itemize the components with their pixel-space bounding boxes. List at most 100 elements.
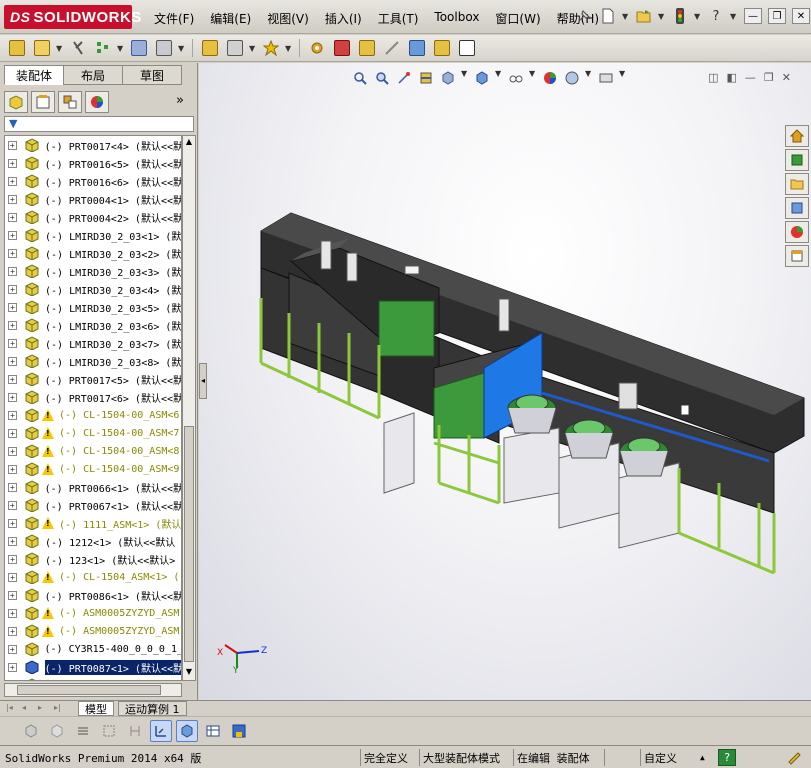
tree-item[interactable]: + (-) PRT0086<1> (默认<<默: [5, 586, 181, 604]
expand-icon[interactable]: +: [8, 302, 17, 312]
expand-icon[interactable]: +: [8, 212, 17, 222]
expand-icon[interactable]: +: [8, 320, 17, 330]
tree-item[interactable]: +! (-) 1111_ASM<1> (默认: [5, 514, 181, 532]
tree-item[interactable]: + (-) CY3R15-400_0_0_0_1_: [5, 640, 181, 658]
tree-item[interactable]: +! (-) CL-1504_ASM<1> (: [5, 568, 181, 586]
insert-component-icon[interactable]: [31, 37, 53, 59]
tree-vertical-scrollbar[interactable]: ▲ ▼: [182, 135, 196, 681]
expand-icon[interactable]: +: [8, 681, 17, 682]
tree-item[interactable]: + (-) PRT0067<1> (默认<<默: [5, 496, 181, 514]
tree-item[interactable]: + (-) PRT0016<5> (默认<<默: [5, 154, 181, 172]
instant-3d-icon[interactable]: [381, 37, 403, 59]
tab-motion-study[interactable]: 运动算例 1: [118, 701, 187, 716]
new-part-icon[interactable]: [6, 37, 28, 59]
tree-item[interactable]: + (-) LMIRD30_2_03<1> (默: [5, 226, 181, 244]
configuration-manager-icon[interactable]: [58, 91, 82, 113]
interference-detection-icon[interactable]: [406, 37, 428, 59]
chevron-down-icon[interactable]: ▼: [178, 44, 186, 53]
tree-item[interactable]: + (-) LMIRD30_2_03<5> (默: [5, 298, 181, 316]
wireframe-icon[interactable]: [72, 720, 94, 742]
feature-manager-icon[interactable]: [4, 91, 28, 113]
tree-filter-bar[interactable]: ▼: [4, 116, 194, 132]
chevron-down-icon[interactable]: ▼: [730, 12, 738, 21]
chevron-down-icon[interactable]: ▼: [249, 44, 257, 53]
expand-icon[interactable]: +: [8, 446, 17, 456]
tree-item[interactable]: +! (-) CL-1504-00_ASM<8: [5, 442, 181, 460]
perspective-icon[interactable]: [124, 720, 146, 742]
expand-icon[interactable]: +: [8, 392, 17, 402]
traffic-light-icon[interactable]: [670, 6, 690, 26]
expand-icon[interactable]: +: [8, 428, 17, 438]
tab-assembly[interactable]: 装配体: [4, 65, 64, 85]
exploded-view-icon[interactable]: [331, 37, 353, 59]
property-manager-icon[interactable]: [31, 91, 55, 113]
menu-insert[interactable]: 插入(I): [317, 8, 370, 29]
tab-layout[interactable]: 布局: [63, 65, 123, 85]
new-document-icon[interactable]: [598, 6, 618, 26]
expand-icon[interactable]: +: [8, 356, 17, 366]
expand-icon[interactable]: +: [8, 626, 17, 636]
chevron-down-icon[interactable]: ▼: [117, 44, 125, 53]
scroll-thumb[interactable]: [184, 426, 194, 662]
tree-item[interactable]: + (-) 123<1> (默认<<默认>: [5, 550, 181, 568]
chevron-down-icon[interactable]: ▼: [658, 12, 666, 21]
hatch-icon[interactable]: [98, 720, 120, 742]
tree-item[interactable]: + (-) PRT0087<1> (默认<<默: [5, 658, 181, 676]
expand-icon[interactable]: +: [8, 194, 17, 204]
help-icon[interactable]: ?: [718, 749, 736, 766]
expand-panel-icon[interactable]: »: [176, 93, 184, 108]
expand-icon[interactable]: +: [8, 140, 17, 150]
move-component-icon[interactable]: [128, 37, 150, 59]
expand-icon[interactable]: +: [8, 662, 17, 672]
smart-fasteners-icon[interactable]: [199, 37, 221, 59]
display-box-icon[interactable]: [176, 719, 198, 742]
rotate-component-icon[interactable]: [153, 37, 175, 59]
chevron-down-icon[interactable]: ▼: [622, 12, 630, 21]
tree-item[interactable]: +! (-) ASM0005ZYZYD_ASM: [5, 604, 181, 622]
reference-geometry-icon[interactable]: [260, 37, 282, 59]
assembly-features-icon[interactable]: [224, 37, 246, 59]
expand-icon[interactable]: +: [8, 644, 17, 654]
last-tab-arrow-icon[interactable]: ▸|: [54, 703, 66, 715]
menu-tools[interactable]: 工具(T): [370, 8, 427, 29]
scroll-thumb[interactable]: [17, 685, 161, 695]
measure-icon[interactable]: [456, 37, 478, 59]
expand-icon[interactable]: +: [8, 536, 17, 546]
expand-icon[interactable]: +: [8, 266, 17, 276]
help-icon[interactable]: ?: [706, 6, 726, 26]
tree-item[interactable]: +! (-) CL-1504-00_ASM<9: [5, 460, 181, 478]
tree-item[interactable]: + (-) LMIRD30_2_03<8> (默: [5, 352, 181, 370]
hidden-lines-icon[interactable]: [46, 720, 68, 742]
shaded-icon[interactable]: [20, 720, 42, 742]
tree-item[interactable]: + (-) LMIRD30_2_03<6> (默: [5, 316, 181, 334]
mate-icon[interactable]: [67, 37, 89, 59]
linear-pattern-icon[interactable]: [92, 37, 114, 59]
expand-icon[interactable]: +: [8, 482, 17, 492]
chevron-down-icon[interactable]: ▼: [56, 44, 64, 53]
filter-icon[interactable]: ▼: [9, 117, 17, 130]
solidworks-logo[interactable]: DS SOLIDWORKS: [4, 5, 141, 29]
tree-item[interactable]: + (-) PRT0017<4> (默认<<默: [5, 136, 181, 154]
display-manager-icon[interactable]: [85, 91, 109, 113]
expand-icon[interactable]: +: [8, 284, 17, 294]
rebuild-icon[interactable]: [784, 749, 804, 766]
assembly-model[interactable]: [199, 63, 811, 700]
gear-icon[interactable]: [306, 37, 328, 59]
explode-line-icon[interactable]: [356, 37, 378, 59]
tree-item[interactable]: +! (-) CL-1504-00_ASM<6: [5, 406, 181, 424]
tree-item[interactable]: + (-) PRT0004<1> (默认<<默: [5, 190, 181, 208]
units-chevron-icon[interactable]: ▲: [697, 749, 708, 766]
tab-sketch[interactable]: 草图: [122, 65, 182, 85]
tree-item[interactable]: + (-) PRT0017<5> (默认<<默: [5, 370, 181, 388]
tree-item[interactable]: +! (-) CL-1504-00_ASM<7: [5, 424, 181, 442]
expand-icon[interactable]: +: [8, 500, 17, 510]
sketch-view-icon[interactable]: [150, 719, 172, 742]
tree-item[interactable]: + (-) LMIRD30_2_03<7> (默: [5, 334, 181, 352]
clearance-verification-icon[interactable]: [431, 37, 453, 59]
expand-icon[interactable]: +: [8, 158, 17, 168]
close-button[interactable]: ✕: [792, 8, 810, 24]
menu-window[interactable]: 窗口(W): [487, 8, 548, 29]
tree-item[interactable]: + (-) PRT0016<6> (默认<<默: [5, 172, 181, 190]
chevron-down-icon[interactable]: ▼: [694, 12, 702, 21]
tree-horizontal-scrollbar[interactable]: [4, 683, 182, 697]
